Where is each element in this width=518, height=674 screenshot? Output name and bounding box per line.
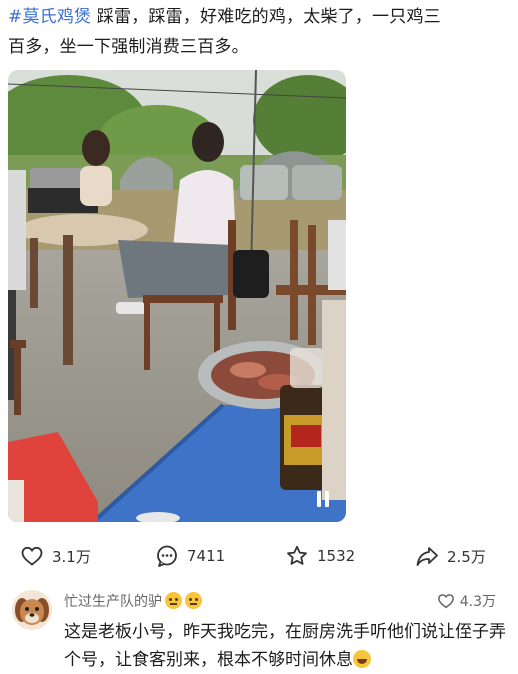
neutral-face-emoji-icon xyxy=(165,592,182,609)
comment-count: 7411 xyxy=(187,547,226,565)
post-text-line2: 百多，坐一下强制消费三百多。 xyxy=(8,37,249,57)
favorite-button[interactable]: 1532 xyxy=(285,544,355,568)
comment-like-button[interactable]: 4.3万 xyxy=(437,591,496,611)
pause-icon[interactable] xyxy=(312,488,334,510)
post-text-line1: 踩雷，踩雷，好难吃的鸡，太柴了，一只鸡三 xyxy=(91,7,441,27)
video-player[interactable] xyxy=(8,70,346,522)
comment-body: 这是老板小号，昨天我吃完，在厨房洗手听他们说让侄子弄个号，让食客别来，根本不够时… xyxy=(64,622,506,670)
heart-icon xyxy=(437,594,454,609)
hashtag-link[interactable]: #莫氏鸡煲 xyxy=(8,7,91,27)
video-frame xyxy=(8,70,346,522)
favorite-count: 1532 xyxy=(317,547,356,565)
comment-button[interactable]: 7411 xyxy=(155,544,225,568)
comment-username[interactable]: 忙过生产队的驴 xyxy=(64,591,202,611)
heart-icon xyxy=(21,546,43,566)
neutral-face-emoji-icon xyxy=(185,592,202,609)
comment-item: 忙过生产队的驴 4.3万 这是老板小号，昨天我吃完，在厨房洗手听他们说让侄子弄个… xyxy=(0,584,518,670)
laughing-emoji-icon xyxy=(353,650,371,668)
comment-text: 这是老板小号，昨天我吃完，在厨房洗手听他们说让侄子弄个号，让食客别来，根本不够时… xyxy=(64,618,512,674)
post-text: #莫氏鸡煲 踩雷，踩雷，好难吃的鸡，太柴了，一只鸡三 百多，坐一下强制消费三百多… xyxy=(8,2,508,62)
star-icon xyxy=(287,545,307,565)
comment-like-count: 4.3万 xyxy=(459,594,496,610)
action-bar: 3.1万 7411 1532 2.5万 xyxy=(0,540,518,574)
avatar[interactable] xyxy=(12,590,52,630)
like-count: 3.1万 xyxy=(52,547,91,566)
username-text: 忙过生产队的驴 xyxy=(64,594,162,610)
dog-avatar-icon xyxy=(12,590,52,630)
like-button[interactable]: 3.1万 xyxy=(20,544,91,568)
comment-icon xyxy=(157,545,177,567)
share-icon xyxy=(416,547,438,566)
share-button[interactable]: 2.5万 xyxy=(415,544,486,568)
share-count: 2.5万 xyxy=(447,547,486,566)
